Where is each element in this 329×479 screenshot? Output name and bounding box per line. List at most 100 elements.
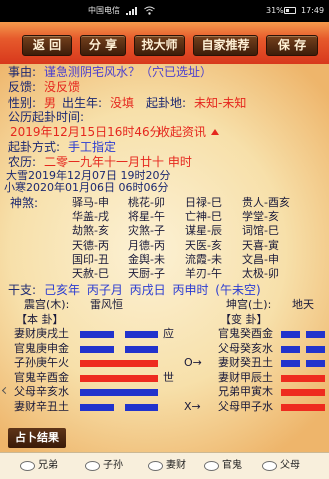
carrier-label: 中国电信 (88, 6, 120, 15)
yin-line-segment (306, 360, 325, 368)
legend-option[interactable]: 兄弟 (20, 459, 68, 473)
save-button[interactable]: 保 存 (266, 35, 318, 56)
shensha-item: 劫煞-亥 (72, 224, 109, 238)
yang-line-segment (281, 404, 325, 411)
wifi-icon (144, 6, 155, 15)
shensha-item: 天赦-巳 (72, 267, 109, 280)
legend-option[interactable]: 妻财 (148, 459, 196, 473)
radio-circle-icon[interactable] (204, 461, 219, 471)
main-line-label: 妻财庚戌土 (14, 327, 69, 340)
shensha-item: 驿马-申 (72, 196, 109, 209)
lunar-value: 二零一九年十一月廿十 申时 (44, 155, 192, 169)
gender-value: 男 (44, 96, 57, 110)
legend-option[interactable]: 官鬼 (204, 459, 252, 473)
reason-value: 谨急测阴宅风水？（穴已选址） (44, 65, 213, 79)
changed-line-label: 妻财癸丑土 (218, 356, 273, 370)
main-line-bar (80, 371, 158, 385)
main-line-bar (80, 400, 158, 414)
main-line-label: 子孙庚午火 (14, 356, 69, 370)
shensha-item: 月德-丙 (128, 238, 165, 252)
yin-line-segment (124, 331, 158, 338)
yin-line-segment (80, 331, 114, 338)
find-master-button[interactable]: 找大师 (134, 35, 185, 56)
yang-line-segment (281, 389, 325, 397)
changed-line-bar (281, 342, 325, 356)
method-label: 起卦方式: (8, 140, 61, 154)
status-bar: 中国电信 31% 17:49 (0, 0, 329, 22)
shi-ying-marker: 应 (163, 327, 174, 340)
main-line-label: 官鬼庚申金 (14, 341, 69, 355)
legend-label: 妻财 (166, 460, 186, 471)
solar-term-2: 小寒2020年01月06日 06时06分 (4, 181, 169, 194)
shensha-item: 天喜-寅 (242, 238, 279, 252)
shi-ying-marker: 世 (163, 370, 174, 384)
method-value: 手工指定 (68, 140, 117, 154)
main-hexagram-name: 雷风恒 (90, 298, 123, 311)
shensha-item: 亡神-巳 (185, 210, 222, 224)
reason-label: 事由: (8, 65, 37, 79)
yin-line-segment (80, 345, 114, 353)
changed-line-label: 父母甲子水 (218, 400, 273, 413)
main-line-label: 官鬼辛酉金 (14, 370, 69, 384)
yang-line-segment (281, 374, 325, 382)
shensha-item: 国印-丑 (72, 252, 109, 266)
solar-time-value: 2019年12月15日16时46分 (10, 125, 162, 139)
moving-line-marker: O→ (184, 356, 202, 370)
yang-line-segment (80, 360, 158, 368)
changed-line-label: 官鬼癸酉金 (218, 327, 273, 340)
main-palace: 震宫(木): (24, 298, 70, 311)
shensha-item: 流霞-未 (185, 252, 222, 266)
shensha-item: 桃花-卯 (128, 196, 165, 209)
changed-hexagram-name: 地天 (292, 298, 314, 311)
legend-label: 兄弟 (38, 460, 58, 471)
changed-hexagram-title: 【变 卦】 (220, 313, 268, 326)
shensha-item: 天医-亥 (185, 238, 222, 252)
main-line-label: 父母辛亥水 (14, 385, 69, 399)
divination-result-button[interactable]: 占卜结果 (8, 428, 66, 448)
battery-percent: 31% (266, 6, 284, 15)
recommend-button[interactable]: 自家推荐 (193, 35, 258, 56)
triangle-up-icon[interactable] (211, 129, 219, 135)
changed-line-bar (281, 385, 325, 399)
legend-option[interactable]: 父母 (262, 459, 310, 473)
liuqin-legend: 兄弟 子孙 妻财 官鬼 父母 (0, 452, 329, 479)
signal-icon (126, 7, 140, 15)
changed-palace: 坤宫(土): (226, 298, 272, 311)
changed-line-bar (281, 327, 325, 341)
shensha-item: 学堂-亥 (242, 210, 279, 224)
feedback-value: 没反馈 (44, 80, 81, 94)
main-hexagram-title: 【本 卦】 (16, 313, 64, 326)
yin-line-segment (306, 331, 325, 338)
shensha-item: 羊刃-午 (185, 267, 222, 280)
ganzhi-value: 己亥年 丙子月 丙戌日 丙申时 (午未空) (44, 283, 261, 297)
shensha-item: 谋星-辰 (185, 224, 222, 238)
hexagram-line-row: 父母辛亥水 兄弟甲寅木 (0, 385, 329, 399)
changed-line-bar (281, 356, 325, 370)
changed-line-bar (281, 371, 325, 385)
hexagram-line-row: 官鬼庚申金 父母癸亥水 (0, 342, 329, 356)
back-button[interactable]: 返 回 (22, 35, 72, 56)
shensha-item: 灾煞-子 (128, 224, 165, 238)
legend-option[interactable]: 子孙 (85, 459, 133, 473)
moving-line-marker: X→ (184, 400, 201, 413)
shensha-item: 天德-丙 (72, 238, 109, 252)
changed-line-bar (281, 400, 325, 414)
hexagram-line-row: 官鬼辛酉金 世 妻财甲辰土 (0, 371, 329, 385)
yin-line-segment (124, 404, 158, 411)
yin-line-segment (306, 345, 325, 353)
changed-line-label: 妻财甲辰土 (218, 370, 273, 384)
radio-circle-icon[interactable] (262, 461, 277, 471)
battery-icon (284, 7, 296, 14)
yin-line-segment (80, 404, 114, 411)
radio-circle-icon[interactable] (20, 461, 35, 471)
birth-year-value: 没填 (110, 96, 135, 110)
collapse-info-link[interactable]: 收起资讯 (158, 125, 206, 139)
yang-line-segment (80, 389, 158, 397)
hexagram-lines: 妻财庚戌土 应 官鬼癸酉金官鬼庚申金 父母癸亥水 子孙庚午火 O→ 妻财癸丑土官鬼辛酉金 世 妻… (0, 327, 329, 417)
radio-circle-icon[interactable] (85, 461, 100, 471)
shensha-item: 天厨-子 (128, 267, 165, 280)
yin-line-segment (281, 331, 300, 338)
radio-circle-icon[interactable] (148, 461, 163, 471)
shensha-grid: 驿马-申 桃花-卯 日禄-巳 贵人-酉亥 华盖-戌 将星-午 亡神-巳 学堂-亥 劫煞-亥 灾煞-… (0, 196, 329, 282)
share-button[interactable]: 分 享 (80, 35, 126, 56)
